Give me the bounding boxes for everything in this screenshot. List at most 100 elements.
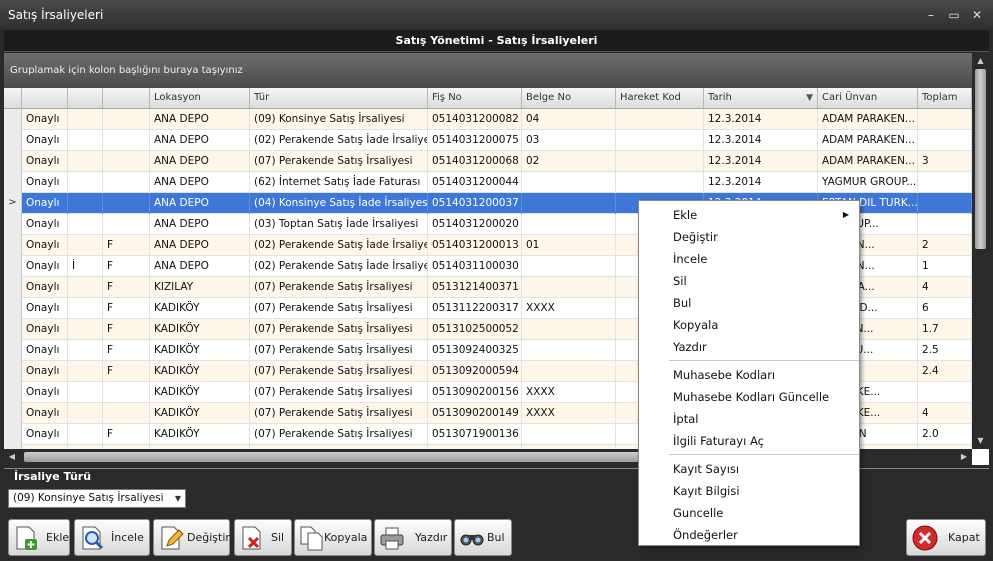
cell-flag1[interactable]: [68, 109, 103, 130]
vertical-scrollbar[interactable]: ▲ ▼: [972, 53, 989, 449]
cell-status[interactable]: Onaylı: [22, 277, 68, 298]
cell-tur[interactable]: (07) Perakende Satış İrsaliyesi: [250, 361, 428, 382]
cell-flag2[interactable]: F: [103, 298, 150, 319]
column-header-flag1[interactable]: [68, 88, 103, 109]
cell-lokasyon[interactable]: KADIKÖY: [150, 424, 250, 445]
cell-toplam[interactable]: 2: [918, 235, 972, 256]
cell-belge-no[interactable]: [522, 277, 616, 298]
cell-belge-no[interactable]: [522, 319, 616, 340]
cell-cari-unvan[interactable]: YAGMUR GROUP...: [818, 172, 918, 193]
cell-fis-no[interactable]: 0513090200156: [428, 382, 522, 403]
cell-flag1[interactable]: [68, 424, 103, 445]
cell-toplam[interactable]: [918, 214, 972, 235]
cell-flag1[interactable]: [68, 298, 103, 319]
cell-flag2[interactable]: F: [103, 319, 150, 340]
cell-belge-no[interactable]: XXXX: [522, 403, 616, 424]
cell-tur[interactable]: (07) Perakende Satış İrsaliyesi: [250, 151, 428, 172]
cell-flag2[interactable]: F: [103, 340, 150, 361]
cell-status[interactable]: Onaylı: [22, 256, 68, 277]
cell-flag2[interactable]: F: [103, 256, 150, 277]
row-indicator[interactable]: >: [4, 193, 22, 214]
cell-flag1[interactable]: [68, 193, 103, 214]
cell-toplam[interactable]: [918, 193, 972, 214]
cell-status[interactable]: Onaylı: [22, 424, 68, 445]
cell-belge-no[interactable]: [522, 214, 616, 235]
cell-toplam[interactable]: [918, 172, 972, 193]
cell-cari-unvan[interactable]: ADAM PARAKEN...: [818, 109, 918, 130]
row-indicator[interactable]: [4, 403, 22, 424]
cell-flag1[interactable]: [68, 172, 103, 193]
yazdir-button[interactable]: Yazdır: [374, 519, 452, 556]
cell-lokasyon[interactable]: KIZILAY: [150, 277, 250, 298]
menu-item-9[interactable]: Muhasebe Kodları Güncelle: [639, 386, 859, 408]
cell-flag1[interactable]: [68, 277, 103, 298]
column-header-tarih[interactable]: Tarih ▼: [704, 88, 818, 109]
cell-flag2[interactable]: F: [103, 361, 150, 382]
cell-lokasyon[interactable]: KADIKÖY: [150, 403, 250, 424]
menu-item-12[interactable]: Kayıt Sayısı: [639, 458, 859, 480]
scroll-right-icon[interactable]: ▶: [956, 449, 972, 465]
cell-fis-no[interactable]: 0513090200149: [428, 403, 522, 424]
group-panel[interactable]: Gruplamak için kolon başlığını buraya ta…: [4, 53, 972, 88]
scroll-down-icon[interactable]: ▼: [972, 433, 989, 449]
cell-flag2[interactable]: F: [103, 235, 150, 256]
cell-lokasyon[interactable]: ANA DEPO: [150, 109, 250, 130]
cell-hareket-kod[interactable]: [616, 130, 704, 151]
cell-status[interactable]: Onaylı: [22, 319, 68, 340]
cell-flag1[interactable]: [68, 130, 103, 151]
column-header-toplam[interactable]: Toplam: [918, 88, 972, 109]
cell-belge-no[interactable]: XXXX: [522, 382, 616, 403]
cell-belge-no[interactable]: 01: [522, 235, 616, 256]
menu-item-5[interactable]: Bul: [639, 292, 859, 314]
cell-belge-no[interactable]: [522, 193, 616, 214]
cell-flag2[interactable]: [103, 130, 150, 151]
cell-tur[interactable]: (07) Perakende Satış İrsaliyesi: [250, 424, 428, 445]
cell-status[interactable]: Onaylı: [22, 130, 68, 151]
irsaliye-turu-select[interactable]: (09) Konsinye Satış İrsaliyesi ▼: [8, 489, 186, 508]
menu-item-2[interactable]: Değiştir: [639, 226, 859, 248]
cell-lokasyon[interactable]: ANA DEPO: [150, 214, 250, 235]
cell-status[interactable]: Onaylı: [22, 151, 68, 172]
column-header-flag2[interactable]: [103, 88, 150, 109]
cell-flag2[interactable]: [103, 214, 150, 235]
menu-item-1[interactable]: Ekle ▶: [639, 204, 859, 226]
bul-button[interactable]: Bul: [454, 519, 512, 556]
cell-flag2[interactable]: F: [103, 424, 150, 445]
menu-item-15[interactable]: Öndeğerler: [639, 524, 859, 546]
cell-tur[interactable]: (09) Konsinye Satış İrsaliyesi: [250, 109, 428, 130]
cell-toplam[interactable]: [918, 382, 972, 403]
column-header-status[interactable]: [22, 88, 68, 109]
row-indicator[interactable]: [4, 214, 22, 235]
cell-hareket-kod[interactable]: [616, 151, 704, 172]
cell-tur[interactable]: (07) Perakende Satış İrsaliyesi: [250, 298, 428, 319]
menu-item-7[interactable]: Yazdır: [639, 336, 859, 358]
cell-belge-no[interactable]: 02: [522, 151, 616, 172]
column-header-tur[interactable]: Tür: [250, 88, 428, 109]
table-row[interactable]: Onaylı ANA DEPO (07) Perakende Satış İrsal…: [4, 151, 972, 172]
vertical-scroll-thumb[interactable]: [975, 69, 986, 249]
cell-toplam[interactable]: [918, 109, 972, 130]
cell-lokasyon[interactable]: ANA DEPO: [150, 193, 250, 214]
cell-toplam[interactable]: 1.7: [918, 319, 972, 340]
cell-lokasyon[interactable]: KADIKÖY: [150, 319, 250, 340]
cell-toplam[interactable]: 1: [918, 256, 972, 277]
kopyala-button[interactable]: Kopyala: [294, 519, 372, 556]
column-header-lokasyon[interactable]: Lokasyon: [150, 88, 250, 109]
cell-fis-no[interactable]: 0514031200075: [428, 130, 522, 151]
table-row[interactable]: Onaylı ANA DEPO (02) Perakende Satış İade …: [4, 130, 972, 151]
cell-fis-no[interactable]: 0513102500052: [428, 319, 522, 340]
cell-toplam[interactable]: 3: [918, 151, 972, 172]
incele-button[interactable]: İncele: [74, 519, 150, 556]
cell-flag1[interactable]: [68, 382, 103, 403]
row-indicator[interactable]: [4, 298, 22, 319]
menu-item-3[interactable]: İncele: [639, 248, 859, 270]
row-indicator[interactable]: [4, 382, 22, 403]
row-indicator[interactable]: [4, 361, 22, 382]
cell-toplam[interactable]: 2.5: [918, 340, 972, 361]
cell-status[interactable]: Onaylı: [22, 214, 68, 235]
close-window-button[interactable]: ✕: [966, 6, 988, 24]
cell-flag2[interactable]: [103, 382, 150, 403]
cell-belge-no[interactable]: [522, 340, 616, 361]
cell-flag2[interactable]: [103, 151, 150, 172]
cell-tur[interactable]: (02) Perakende Satış İade İrsaliyesi: [250, 130, 428, 151]
